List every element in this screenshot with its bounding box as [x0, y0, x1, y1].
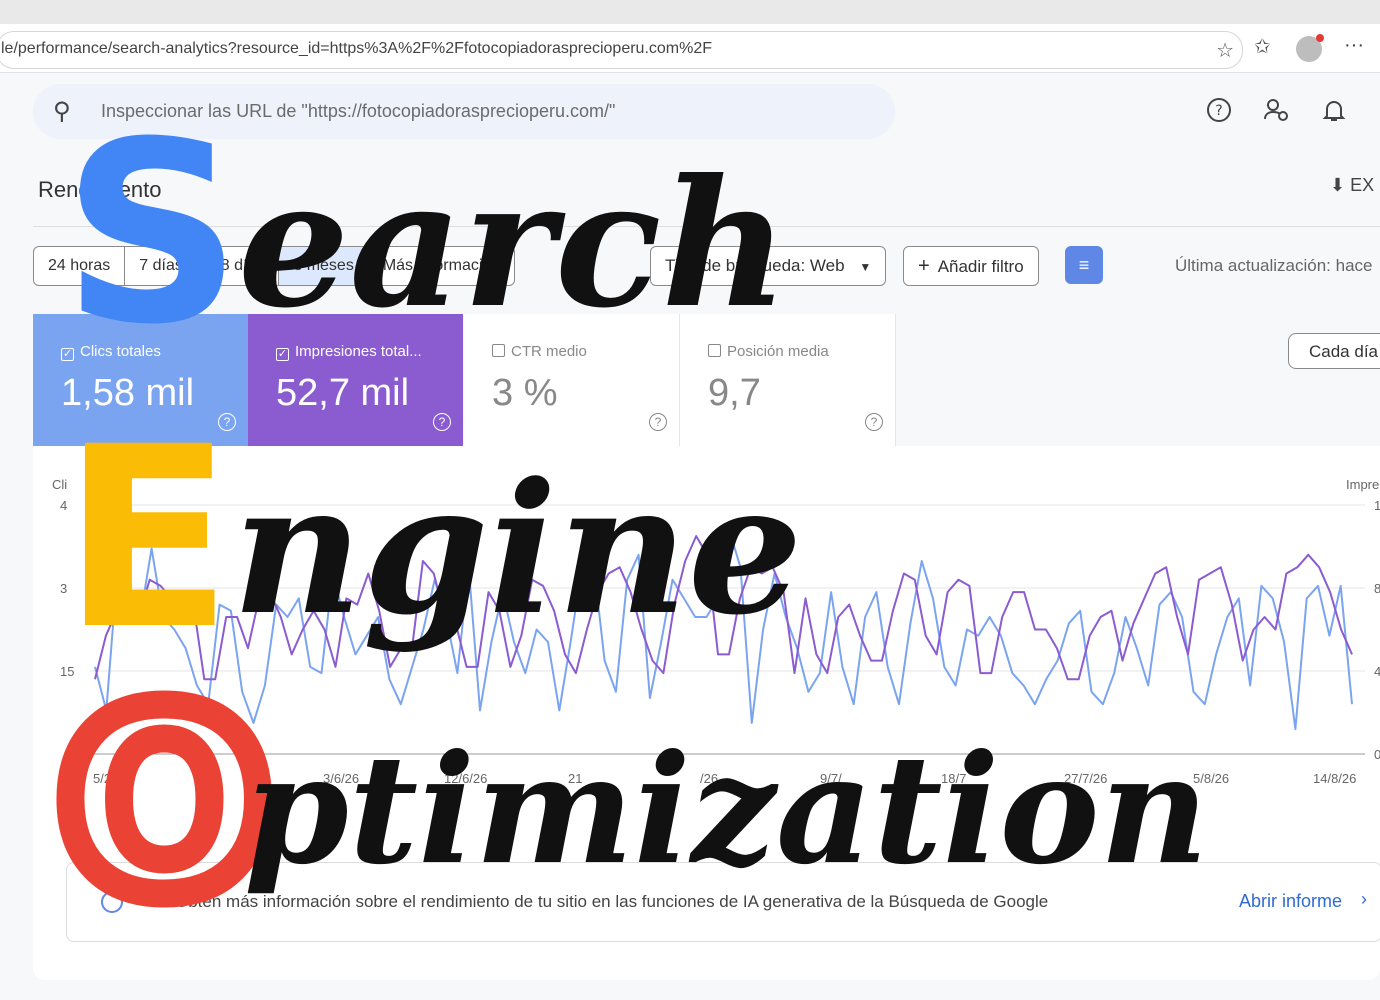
- seo-overlay: S earch E ngine O ptimization: [44, 88, 1209, 963]
- overlay-word-engine: ngine: [232, 444, 803, 655]
- overlay-word-optimization: ptimization: [244, 722, 1209, 898]
- overlay-letter-o: O: [58, 658, 271, 949]
- overlay-letter-s: S: [62, 88, 242, 379]
- overlay-word-search: earch: [238, 142, 789, 347]
- overlay-letter-e: E: [62, 393, 233, 684]
